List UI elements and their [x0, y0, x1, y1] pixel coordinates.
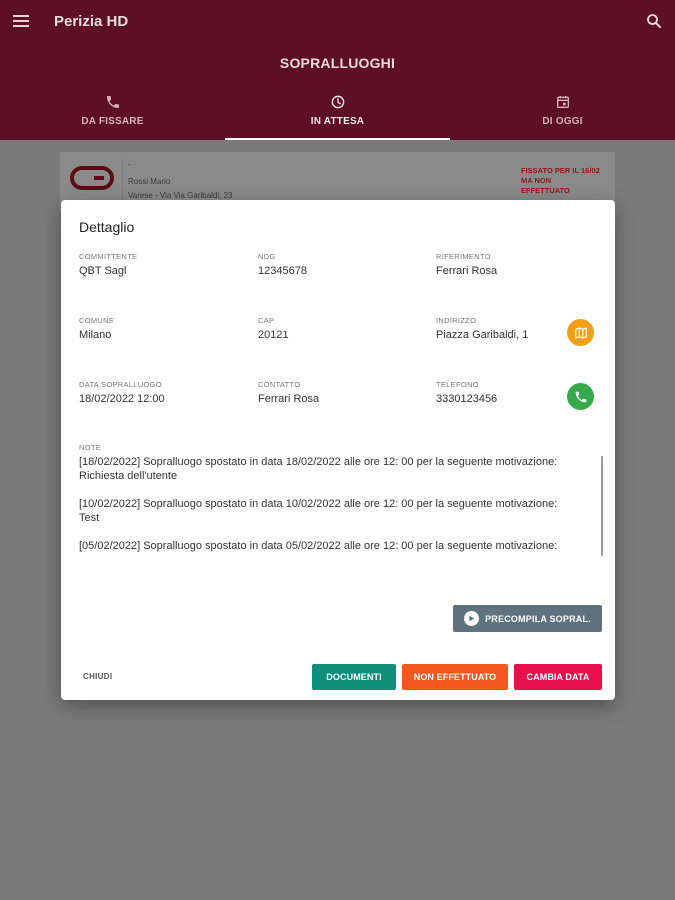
- app-bar: Perizia HD SOPRALLUOGHI DA FISSARE IN AT…: [0, 0, 675, 140]
- divider: [122, 158, 123, 206]
- ndg-value: 12345678: [258, 265, 307, 277]
- indirizzo-label: INDIRIZZO: [436, 316, 477, 325]
- precompila-button[interactable]: PRECOMPILA SOPRAL.: [453, 605, 602, 632]
- phone-icon: [575, 391, 586, 402]
- note-item: [18/02/2022] Sopralluogo spostato in dat…: [79, 456, 558, 482]
- tab-di-oggi[interactable]: DI OGGI: [450, 88, 675, 140]
- play-icon: [464, 611, 480, 626]
- precompila-label: PRECOMPILA SOPRAL.: [485, 613, 591, 624]
- detail-dialog: Dettaglio COMMITTENTE QBT Sagl NDG 12345…: [61, 200, 615, 700]
- map-button[interactable]: [567, 319, 594, 346]
- page-title: SOPRALLUOGHI: [279, 55, 396, 71]
- call-button[interactable]: [567, 383, 594, 410]
- card-address: Varese - Via Via Garibaldi, 23: [128, 191, 233, 200]
- telefono-value: 3330123456: [436, 393, 498, 405]
- note-item: [05/02/2022] Sopralluogo spostato in dat…: [79, 540, 558, 552]
- phone-icon: [0, 94, 225, 110]
- notes-list[interactable]: [18/02/2022] Sopralluogo spostato in dat…: [79, 455, 603, 585]
- tab-in-attesa[interactable]: IN ATTESA: [225, 88, 450, 140]
- status-badge: FISSATO PER IL 16/02 MA NON EFFETTUATO: [521, 166, 600, 195]
- documenti-button[interactable]: DOCUMENTI: [312, 664, 396, 690]
- app-title: Perizia HD: [54, 13, 129, 30]
- dialog-title: Dettaglio: [79, 219, 135, 235]
- non-effettuato-button[interactable]: NON EFFETTUATO: [402, 664, 508, 690]
- contatto-value: Ferrari Rosa: [258, 393, 320, 405]
- data-sopralluogo-value: 18/02/2022 12:00: [79, 393, 165, 405]
- riferimento-label: RIFERIMENTO: [436, 252, 491, 261]
- notes-scrollbar[interactable]: [601, 456, 603, 556]
- data-sopralluogo-label: DATA SOPRALLUOGO: [79, 380, 162, 389]
- tab-da-fissare[interactable]: DA FISSARE: [0, 88, 225, 140]
- close-button[interactable]: CHIUDI: [83, 672, 112, 681]
- contatto-label: CONTATTO: [258, 380, 301, 389]
- tab-label: IN ATTESA: [310, 116, 365, 127]
- search-icon[interactable]: [645, 12, 663, 30]
- note-item: [10/02/2022] Sopralluogo spostato in dat…: [79, 498, 558, 524]
- clock-icon: [225, 94, 450, 110]
- top-bar: Perizia HD: [0, 0, 675, 44]
- card-code: -: [128, 160, 131, 169]
- calendar-icon: [450, 94, 675, 110]
- card-name: Rossi Mario: [128, 177, 171, 186]
- tab-bar: DA FISSARE IN ATTESA DI OGGI: [0, 88, 675, 140]
- committente-label: COMMITTENTE: [79, 252, 138, 261]
- menu-icon[interactable]: [13, 15, 29, 27]
- comune-label: COMUNE: [79, 316, 115, 325]
- telefono-label: TELEFONO: [436, 380, 479, 389]
- tab-label: DI OGGI: [542, 116, 583, 127]
- tab-label: DA FISSARE: [81, 116, 144, 127]
- indirizzo-value: Piazza Garibaldi, 1: [436, 329, 529, 341]
- riferimento-value: Ferrari Rosa: [436, 265, 498, 277]
- comune-value: Milano: [79, 329, 112, 341]
- cap-label: CAP: [258, 316, 275, 325]
- company-logo: [70, 165, 116, 191]
- ndg-label: NDG: [258, 252, 276, 261]
- notes-label: NOTE: [79, 443, 102, 452]
- cambia-data-button[interactable]: CAMBIA DATA: [514, 664, 602, 690]
- cap-value: 20121: [258, 329, 289, 341]
- map-icon: [574, 326, 587, 339]
- committente-value: QBT Sagl: [79, 265, 127, 277]
